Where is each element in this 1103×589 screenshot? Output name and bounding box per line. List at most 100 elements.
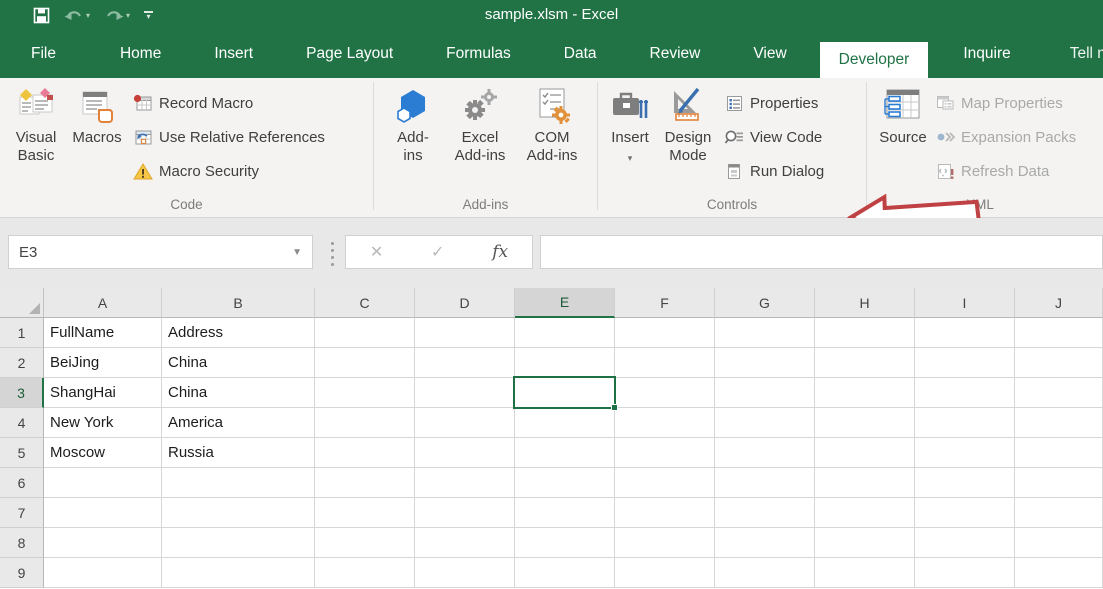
cell-B1[interactable]: Address	[162, 318, 315, 348]
row-header-5[interactable]: 5	[0, 438, 44, 468]
cell-G9[interactable]	[715, 558, 815, 588]
cell-G7[interactable]	[715, 498, 815, 528]
cell-I6[interactable]	[915, 468, 1015, 498]
cell-J5[interactable]	[1015, 438, 1103, 468]
cell-I2[interactable]	[915, 348, 1015, 378]
column-header-G[interactable]: G	[715, 288, 815, 318]
row-header-6[interactable]: 6	[0, 468, 44, 498]
view-code-button[interactable]: View Code	[724, 122, 822, 152]
cell-A2[interactable]: BeiJing	[44, 348, 162, 378]
cell-A6[interactable]	[44, 468, 162, 498]
cell-G1[interactable]	[715, 318, 815, 348]
cell-H6[interactable]	[815, 468, 915, 498]
cell-D5[interactable]	[415, 438, 515, 468]
use-relative-references-button[interactable]: Use Relative References	[133, 122, 325, 152]
column-header-D[interactable]: D	[415, 288, 515, 318]
macro-security-button[interactable]: Macro Security	[133, 156, 259, 186]
macros-button[interactable]: Macros	[66, 83, 128, 147]
selected-cell-outline-E3[interactable]	[513, 376, 616, 409]
name-box-dropdown-icon[interactable]: ▼	[292, 247, 302, 258]
cell-A9[interactable]	[44, 558, 162, 588]
cell-A7[interactable]	[44, 498, 162, 528]
cell-C1[interactable]	[315, 318, 415, 348]
cell-C6[interactable]	[315, 468, 415, 498]
column-header-H[interactable]: H	[815, 288, 915, 318]
cell-J6[interactable]	[1015, 468, 1103, 498]
name-box[interactable]: E3 ▼	[8, 235, 313, 269]
cell-C7[interactable]	[315, 498, 415, 528]
cell-J4[interactable]	[1015, 408, 1103, 438]
cell-E5[interactable]	[515, 438, 615, 468]
cell-B8[interactable]	[162, 528, 315, 558]
cell-J2[interactable]	[1015, 348, 1103, 378]
cell-E9[interactable]	[515, 558, 615, 588]
cell-C8[interactable]	[315, 528, 415, 558]
row-header-9[interactable]: 9	[0, 558, 44, 588]
tab-inquire[interactable]: Inquire	[944, 30, 1029, 78]
cell-A3[interactable]: ShangHai	[44, 378, 162, 408]
row-header-4[interactable]: 4	[0, 408, 44, 438]
cell-D1[interactable]	[415, 318, 515, 348]
row-header-1[interactable]: 1	[0, 318, 44, 348]
cell-F3[interactable]	[615, 378, 715, 408]
cell-A1[interactable]: FullName	[44, 318, 162, 348]
cell-D3[interactable]	[415, 378, 515, 408]
row-header-8[interactable]: 8	[0, 528, 44, 558]
cell-I5[interactable]	[915, 438, 1015, 468]
cell-D4[interactable]	[415, 408, 515, 438]
tab-data[interactable]: Data	[545, 30, 616, 78]
row-header-3[interactable]: 3	[0, 378, 44, 408]
design-mode-button[interactable]: Design Mode	[658, 83, 718, 165]
cell-J9[interactable]	[1015, 558, 1103, 588]
select-all-corner[interactable]	[0, 288, 44, 318]
cell-H9[interactable]	[815, 558, 915, 588]
cell-I8[interactable]	[915, 528, 1015, 558]
excel-addins-button[interactable]: Excel Add-ins	[446, 83, 514, 165]
cell-G2[interactable]	[715, 348, 815, 378]
cell-G4[interactable]	[715, 408, 815, 438]
cell-F8[interactable]	[615, 528, 715, 558]
column-header-J[interactable]: J	[1015, 288, 1103, 318]
cell-B2[interactable]: China	[162, 348, 315, 378]
cell-E8[interactable]	[515, 528, 615, 558]
cell-H2[interactable]	[815, 348, 915, 378]
column-header-B[interactable]: B	[162, 288, 315, 318]
run-dialog-button[interactable]: Run Dialog	[724, 156, 824, 186]
insert-function-icon[interactable]: fx	[492, 242, 508, 262]
cell-D6[interactable]	[415, 468, 515, 498]
cell-C4[interactable]	[315, 408, 415, 438]
tab-file[interactable]: File	[12, 30, 75, 78]
cell-D7[interactable]	[415, 498, 515, 528]
tab-formulas[interactable]: Formulas	[427, 30, 530, 78]
cell-A8[interactable]	[44, 528, 162, 558]
cell-E2[interactable]	[515, 348, 615, 378]
com-addins-button[interactable]: COM Add-ins	[517, 83, 587, 165]
cell-F4[interactable]	[615, 408, 715, 438]
cell-J8[interactable]	[1015, 528, 1103, 558]
cell-I7[interactable]	[915, 498, 1015, 528]
cell-I3[interactable]	[915, 378, 1015, 408]
cell-B3[interactable]: China	[162, 378, 315, 408]
cell-H1[interactable]	[815, 318, 915, 348]
cell-E6[interactable]	[515, 468, 615, 498]
cell-I4[interactable]	[915, 408, 1015, 438]
row-header-7[interactable]: 7	[0, 498, 44, 528]
cell-H7[interactable]	[815, 498, 915, 528]
cell-F1[interactable]	[615, 318, 715, 348]
record-macro-button[interactable]: Record Macro	[133, 88, 253, 118]
tab-view[interactable]: View	[734, 30, 805, 78]
cell-J1[interactable]	[1015, 318, 1103, 348]
cell-D8[interactable]	[415, 528, 515, 558]
cell-F2[interactable]	[615, 348, 715, 378]
cancel-icon[interactable]: ✕	[370, 242, 383, 262]
formula-bar-drag-handle[interactable]	[331, 242, 334, 245]
tab-page-layout[interactable]: Page Layout	[287, 30, 412, 78]
cell-F9[interactable]	[615, 558, 715, 588]
cell-F5[interactable]	[615, 438, 715, 468]
column-header-F[interactable]: F	[615, 288, 715, 318]
cell-H4[interactable]	[815, 408, 915, 438]
cell-F6[interactable]	[615, 468, 715, 498]
cell-A5[interactable]: Moscow	[44, 438, 162, 468]
tab-review[interactable]: Review	[631, 30, 720, 78]
xml-source-button[interactable]: Source	[875, 83, 931, 147]
